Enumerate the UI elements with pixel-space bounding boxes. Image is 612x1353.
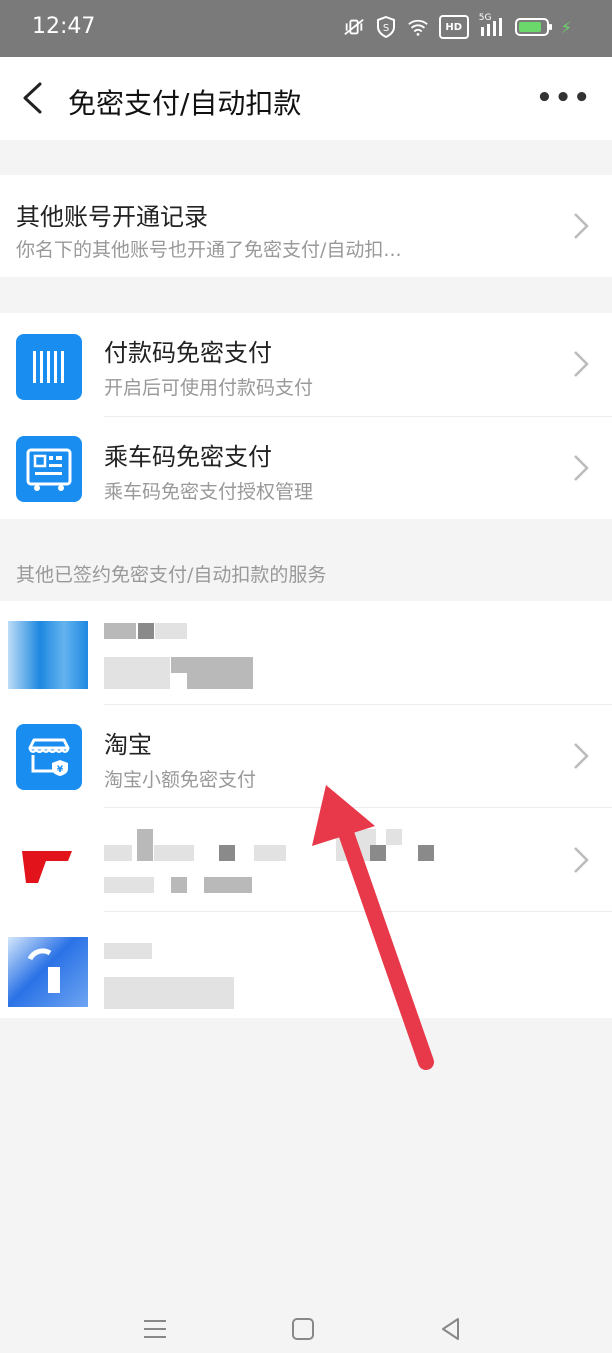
back-triangle-icon[interactable] xyxy=(438,1316,464,1342)
menu-icon[interactable] xyxy=(142,1316,168,1342)
system-nav-bar xyxy=(0,1301,612,1353)
annotation-arrow xyxy=(312,785,434,1070)
home-icon[interactable] xyxy=(290,1316,316,1342)
